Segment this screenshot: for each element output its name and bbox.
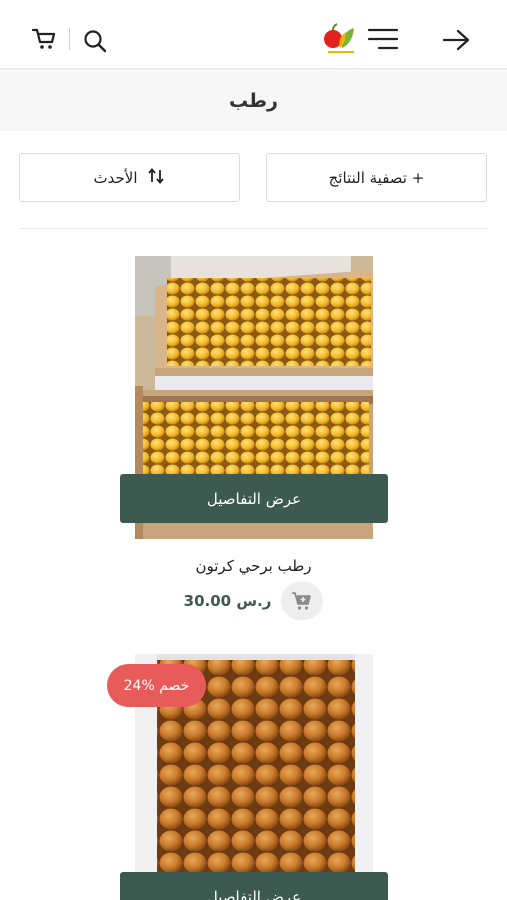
sort-arrows-icon: [146, 166, 166, 190]
top-app-bar: [0, 0, 507, 70]
product-name[interactable]: رطب برحي كرتون: [0, 557, 507, 575]
page-title: رطب: [229, 90, 278, 112]
sort-label: الأحدث: [93, 168, 138, 187]
cart-icon[interactable]: [30, 26, 58, 52]
view-details-label: عرض التفاصيل: [206, 887, 302, 900]
view-details-button[interactable]: عرض التفاصيل: [120, 872, 388, 900]
search-icon[interactable]: [81, 27, 109, 55]
store-logo[interactable]: [320, 22, 360, 56]
view-details-label: عرض التفاصيل: [206, 489, 302, 508]
section-divider: [20, 228, 487, 229]
menu-icon[interactable]: [366, 27, 400, 51]
header-divider: [69, 28, 70, 50]
product-price: 30.00 ر.س: [183, 592, 272, 610]
price-row: 30.00 ر.س: [0, 582, 507, 620]
add-to-cart-button[interactable]: [281, 582, 324, 620]
page-title-band: رطب: [0, 71, 507, 131]
arrow-right-icon[interactable]: [440, 27, 472, 53]
filter-button[interactable]: تصفية النتائج +: [266, 153, 487, 202]
add-to-cart-icon: [292, 592, 312, 610]
discount-badge: 24% خصم: [107, 664, 206, 707]
sort-button[interactable]: الأحدث: [19, 153, 240, 202]
view-details-button[interactable]: عرض التفاصيل: [120, 474, 388, 523]
filter-label: تصفية النتائج +: [328, 168, 425, 187]
